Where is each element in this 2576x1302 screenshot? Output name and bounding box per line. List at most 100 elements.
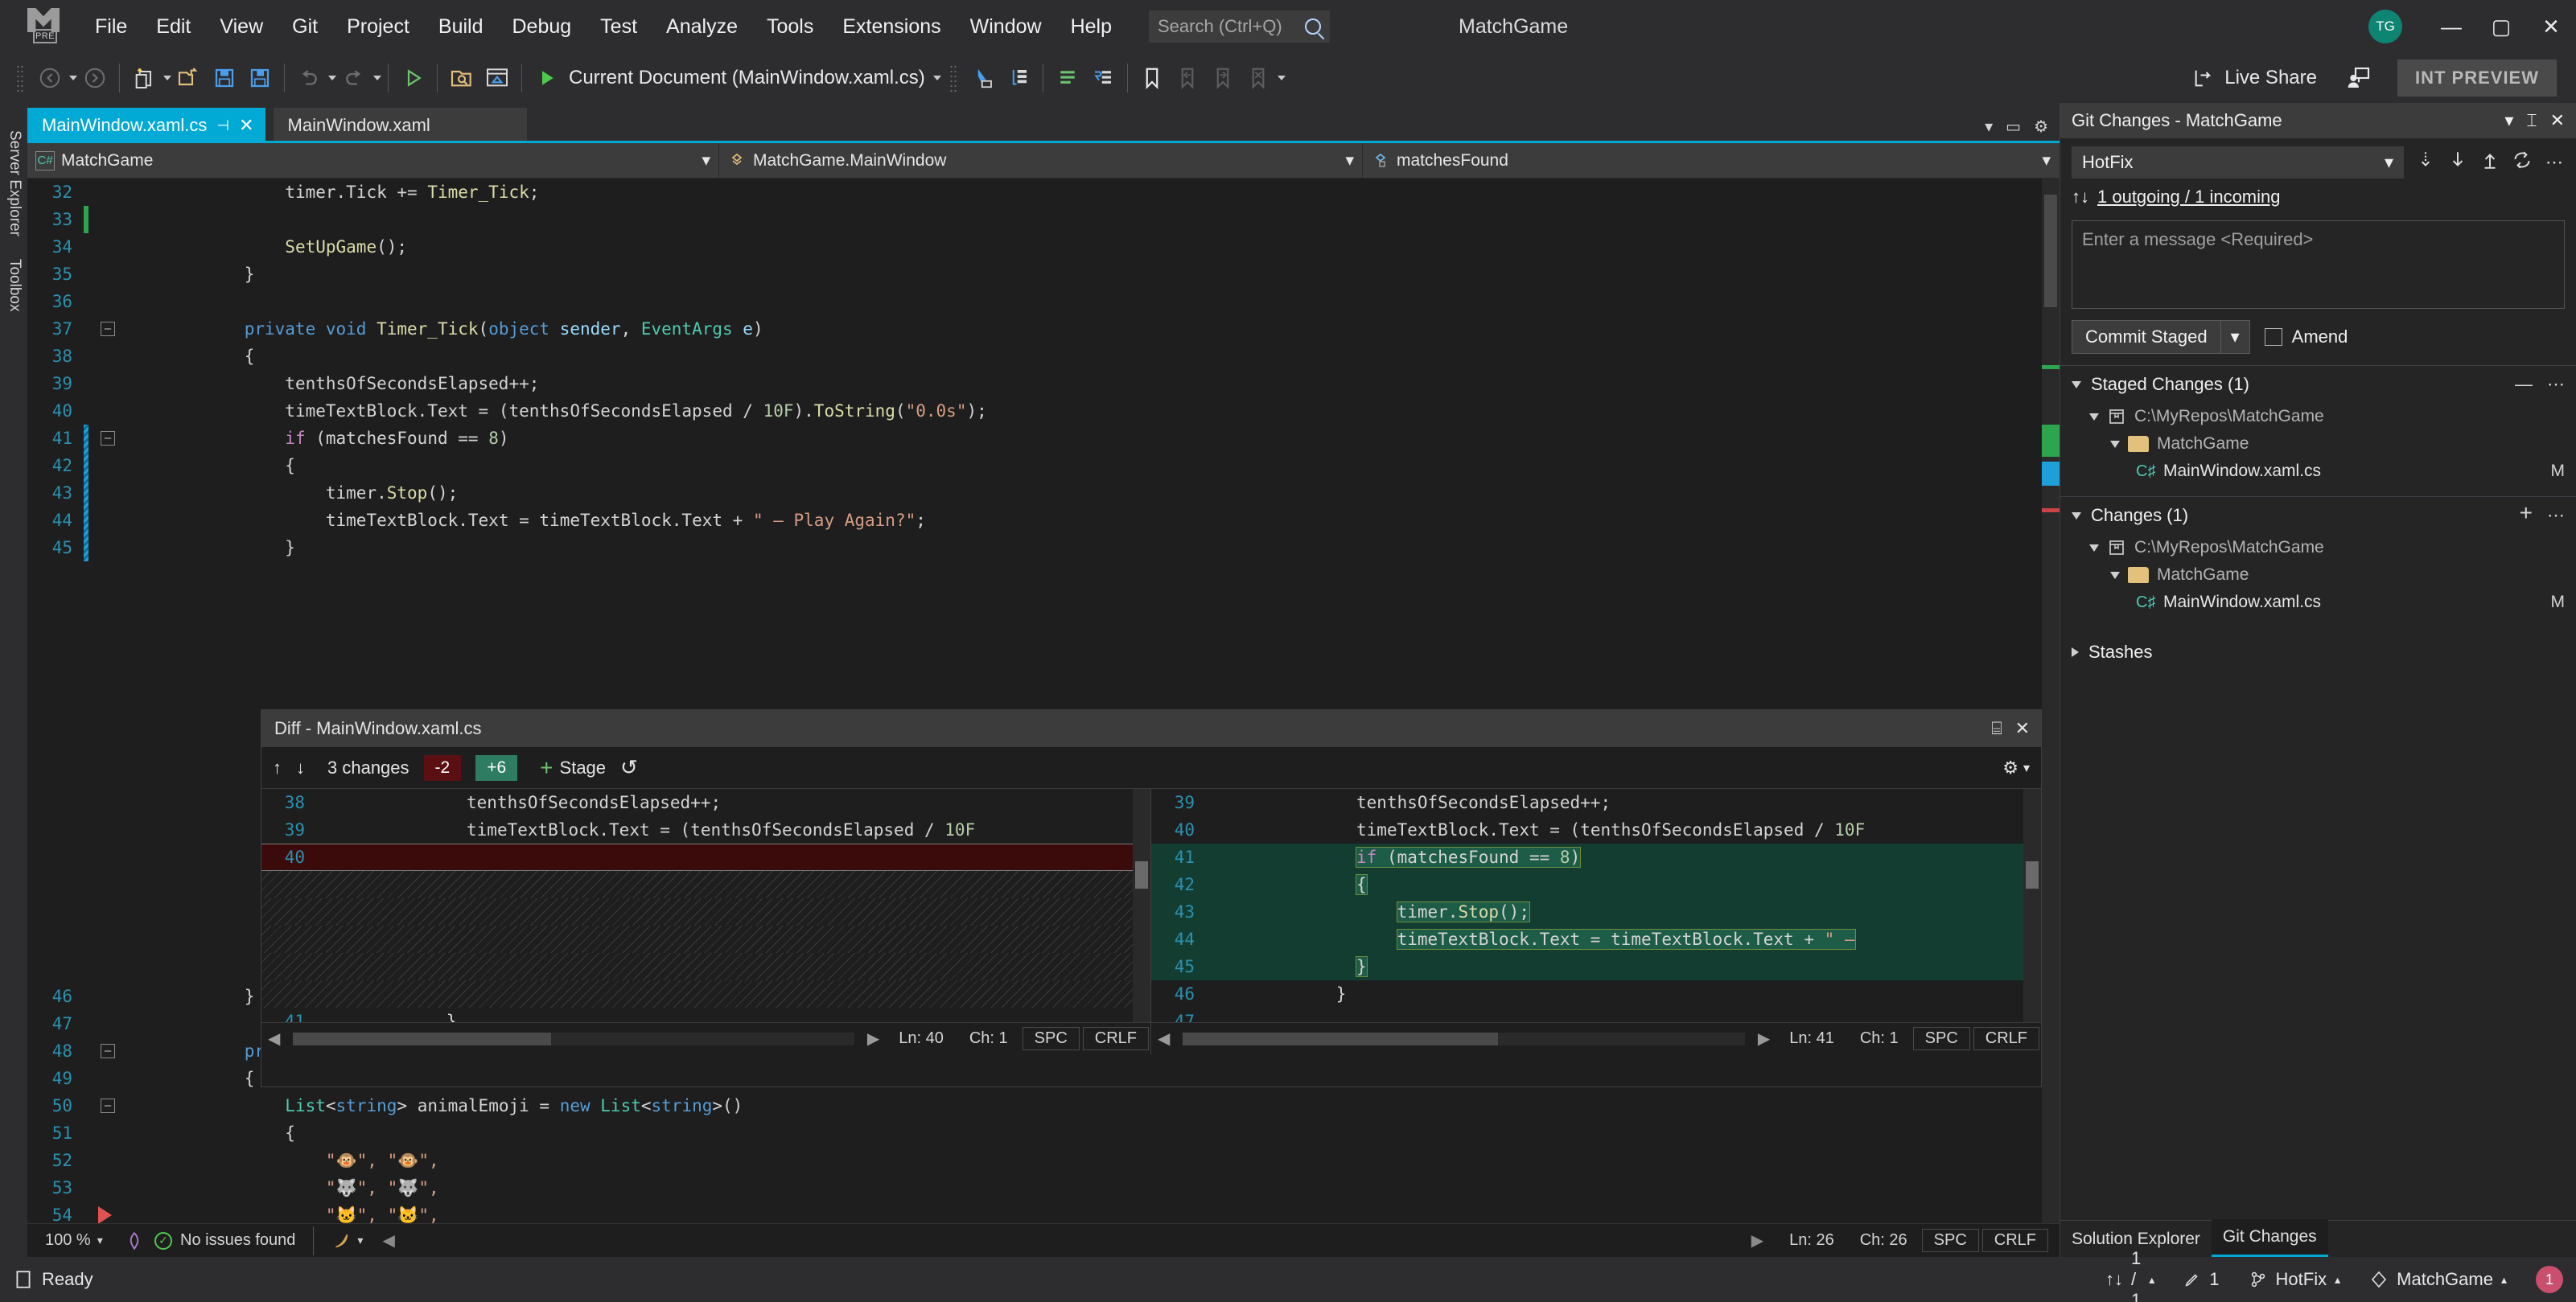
dock-icon[interactable]: ⌸ [1991, 718, 2002, 739]
chevron-down-icon[interactable]: ▾ [2042, 150, 2051, 170]
split-editor-icon[interactable]: ▭ [2006, 117, 2021, 137]
diff-line-filler[interactable] [261, 953, 1150, 980]
menu-item-build[interactable]: Build [424, 0, 498, 53]
pull-icon[interactable] [2447, 150, 2468, 175]
chevron-down-icon[interactable]: ▾ [2220, 321, 2249, 353]
select-element-icon[interactable] [965, 60, 1001, 96]
status-pending-changes[interactable]: 1 [2183, 1269, 2220, 1290]
scroll-right-icon[interactable]: ▶ [1751, 1029, 1776, 1049]
expander-icon[interactable] [2072, 511, 2081, 520]
start-debugging-icon[interactable] [529, 60, 564, 96]
diff-spaces-before[interactable]: SPC [1022, 1027, 1080, 1050]
diff-line-context[interactable]: 41 } [261, 1008, 1150, 1022]
expander-icon[interactable] [2072, 380, 2081, 388]
staged-file-row[interactable]: C♯ MainWindow.xaml.cs M [2060, 458, 2576, 485]
changes-file-row[interactable]: C♯ MainWindow.xaml.cs M [2060, 589, 2576, 616]
collapse-icon[interactable]: – [101, 1099, 115, 1113]
commit-message-input[interactable]: Enter a message <Required> [2072, 220, 2565, 309]
status-branch[interactable]: HotFix ▴ [2249, 1269, 2340, 1290]
chevron-down-icon[interactable]: ▾ [97, 1234, 103, 1247]
expander-icon[interactable] [2089, 413, 2099, 421]
sync-status-link[interactable]: 1 outgoing / 1 incoming [2097, 187, 2281, 207]
diff-vertical-scrollbar[interactable] [1133, 789, 1150, 1022]
navbar-project-dropdown[interactable]: C# MatchGame ▾ [27, 142, 719, 179]
more-icon[interactable]: ⋯ [2544, 152, 2565, 173]
diff-line-filler[interactable] [261, 871, 1150, 898]
close-icon[interactable]: ✕ [2015, 718, 2030, 739]
collapse-icon[interactable]: – [101, 1044, 115, 1058]
navigate-back-icon[interactable] [32, 60, 68, 96]
collapse-icon[interactable]: – [101, 322, 115, 336]
stage-button[interactable]: + Stage [540, 755, 606, 781]
pin-icon[interactable]: ⌶ [2526, 110, 2537, 131]
navigate-forward-icon[interactable] [77, 60, 113, 96]
diff-line-added[interactable]: 45 } [1151, 953, 2041, 980]
toolbar-grip[interactable] [16, 64, 24, 92]
code-line[interactable]: 34 SetUpGame(); [27, 233, 2060, 261]
diff-line-filler[interactable] [261, 980, 1150, 1008]
redo-dropdown-icon[interactable] [373, 76, 381, 80]
diff-eol-before[interactable]: CRLF [1082, 1027, 1149, 1050]
menu-item-test[interactable]: Test [586, 0, 652, 53]
staged-folder-row[interactable]: MatchGame [2060, 430, 2576, 458]
diff-line-removed[interactable]: 40 [261, 844, 1150, 871]
code-line[interactable]: 33 [27, 206, 2060, 233]
code-line[interactable]: 39 tenthsOfSecondsElapsed++; [27, 370, 2060, 397]
stashes-header[interactable]: Stashes [2060, 634, 2576, 671]
glyph-margin[interactable] [93, 1206, 122, 1223]
code-line[interactable]: 50– List<string> animalEmoji = new List<… [27, 1092, 2060, 1119]
commit-staged-button[interactable]: Commit Staged ▾ [2072, 320, 2250, 354]
diff-line-context[interactable]: 47 [1151, 1008, 2041, 1022]
sync-icon[interactable] [2512, 150, 2533, 175]
code-line[interactable]: 38 { [27, 343, 2060, 370]
expander-icon[interactable] [2110, 440, 2120, 448]
code-line[interactable]: 44 timeTextBlock.Text = timeTextBlock.Te… [27, 507, 2060, 534]
feather-icon[interactable] [331, 1230, 352, 1251]
menu-item-view[interactable]: View [205, 0, 278, 53]
undo-dropdown-icon[interactable] [328, 76, 336, 80]
breakpoint-icon[interactable] [98, 1206, 112, 1223]
tab-mainwindow-xaml[interactable]: MainWindow.xaml [273, 108, 527, 143]
previous-bookmark-icon[interactable] [1170, 60, 1205, 96]
code-line[interactable]: 54 "🐱", "🐱", [27, 1201, 2060, 1223]
changes-repo-row[interactable]: C:\MyRepos\MatchGame [2060, 534, 2576, 561]
live-preview-icon[interactable] [479, 60, 515, 96]
go-to-live-visual-tree-icon[interactable] [1001, 60, 1036, 96]
code-line[interactable]: 43 timer.Stop(); [27, 479, 2060, 507]
start-debug-outline-icon[interactable] [395, 60, 430, 96]
search-solution-icon[interactable] [444, 60, 479, 96]
feedback-icon[interactable] [2341, 60, 2376, 96]
close-icon[interactable]: ✕ [2550, 110, 2565, 131]
diff-hscrollbar-after[interactable] [1176, 1032, 1751, 1045]
code-editor[interactable]: 32 timer.Tick += Timer_Tick; 33 34 SetUpGa… [27, 179, 2060, 1223]
changes-folder-row[interactable]: MatchGame [2060, 561, 2576, 589]
scrollbar-thumb[interactable] [2026, 861, 2039, 889]
close-icon[interactable]: ✕ [239, 115, 253, 136]
tab-list-dropdown-icon[interactable]: ▾ [1985, 117, 1993, 137]
pin-icon[interactable]: ⊣ [216, 117, 229, 134]
menu-item-project[interactable]: Project [332, 0, 424, 53]
code-line[interactable]: 36 [27, 288, 2060, 315]
notification-bell-icon[interactable]: 1 [2536, 1266, 2563, 1293]
push-icon[interactable] [2479, 150, 2500, 175]
diff-hscrollbar-before[interactable] [286, 1032, 860, 1045]
more-icon[interactable]: ⋯ [2547, 505, 2565, 526]
editor-spaces[interactable]: SPC [1921, 1229, 1979, 1252]
toolbar-overflow-icon[interactable] [1277, 76, 1286, 80]
menu-item-tools[interactable]: Tools [752, 0, 828, 53]
navbar-member-dropdown[interactable]: matchesFound ▾ [1363, 142, 2060, 179]
save-icon[interactable] [207, 60, 242, 96]
clear-bookmarks-icon[interactable] [1241, 60, 1276, 96]
close-button[interactable]: ✕ [2526, 0, 2576, 53]
chevron-down-icon[interactable]: ▾ [2385, 152, 2393, 173]
status-notifications[interactable]: 1 [2536, 1266, 2563, 1293]
open-file-icon[interactable] [171, 60, 207, 96]
next-bookmark-icon[interactable] [1205, 60, 1241, 96]
diff-line-context[interactable]: 38 tenthsOfSecondsElapsed++; [261, 789, 1150, 816]
minimize-button[interactable]: — [2426, 0, 2476, 53]
diff-line-context[interactable]: 46 } [1151, 980, 2041, 1008]
expander-icon[interactable] [2089, 544, 2099, 552]
navbar-type-dropdown[interactable]: MatchGame.MainWindow ▾ [719, 142, 1363, 179]
code-line[interactable]: 40 timeTextBlock.Text = (tenthsOfSeconds… [27, 397, 2060, 425]
start-target-label[interactable]: Current Document (MainWindow.xaml.cs) [569, 67, 925, 89]
